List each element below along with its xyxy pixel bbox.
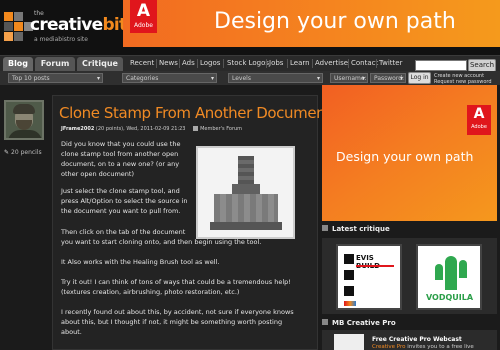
nav-separator <box>287 59 288 68</box>
chevron-down-icon: ▾ <box>96 75 100 82</box>
levels-select[interactable]: Levels ▾ <box>228 73 323 83</box>
nav-separator <box>197 59 198 68</box>
article-paragraph: Try it out! I can think of tons of ways … <box>61 278 291 296</box>
author-link[interactable]: JFrame2002 <box>61 126 94 132</box>
categories-select[interactable]: Categories ▾ <box>122 73 217 83</box>
author-column: ✎ 20 pencils <box>0 85 52 350</box>
adobe-logo-icon: A Adobe <box>467 105 491 135</box>
password-field[interactable]: Password: ▾ <box>370 73 406 83</box>
critique-thumbnail[interactable]: VODQUILA <box>416 244 482 310</box>
nav-link-twitter[interactable]: Twitter <box>379 59 402 67</box>
article-title[interactable]: Clone Stamp From Another Document <box>59 104 331 122</box>
chevron-down-icon: ▾ <box>399 75 403 82</box>
nav-link-ads[interactable]: Ads <box>182 59 195 67</box>
forum-icon <box>193 126 199 131</box>
chevron-down-icon: ▾ <box>316 75 320 82</box>
search-input[interactable] <box>415 60 467 71</box>
avatar[interactable] <box>4 100 44 140</box>
webcast-thumbnail[interactable] <box>334 334 364 350</box>
site-logo[interactable]: the creativebits a mediabistro site <box>4 4 137 52</box>
article-paragraph: I recently found out about this, by acci… <box>61 308 294 336</box>
tab-forum[interactable]: Forum <box>35 57 75 72</box>
login-button[interactable]: Log in <box>408 72 431 84</box>
bullet-icon <box>322 319 328 325</box>
critique-word: VODQUILA <box>426 293 474 302</box>
sidebar-ad-headline: Design your own path <box>336 149 474 164</box>
nav-link-jobs[interactable]: Jobs <box>269 59 283 67</box>
nav-separator <box>179 59 180 68</box>
banner-headline: Design your own path <box>214 9 456 34</box>
forum-link[interactable]: Member's Forum <box>200 126 242 132</box>
logo-name: creativebits <box>30 15 137 35</box>
critique-word: EVIS BUILD <box>356 254 380 270</box>
creative-pro-panel: Free Creative Pro Webcast Creative Pro i… <box>322 330 497 350</box>
nav-separator <box>266 59 267 68</box>
tab-blog[interactable]: Blog <box>3 57 33 72</box>
webcast-title[interactable]: Free Creative Pro Webcast <box>372 336 462 343</box>
pencil-score: ✎ 20 pencils <box>4 149 42 156</box>
latest-critique-header: Latest critique <box>322 223 497 235</box>
webcast-text: Creative Pro invites you to a free live <box>372 344 474 350</box>
clone-stamp-image <box>196 146 295 239</box>
nav-link-contact[interactable]: Contact <box>351 59 378 67</box>
article: Clone Stamp From Another Document JFrame… <box>52 95 331 350</box>
nav-separator <box>156 59 157 68</box>
nav-link-learn[interactable]: Learn <box>290 59 310 67</box>
chevron-down-icon: ▾ <box>361 75 365 82</box>
creative-pro-header: MB Creative Pro <box>322 317 497 329</box>
article-paragraph: Just select the clone stamp tool, and pre… <box>61 187 188 215</box>
nav-link-stock-logos[interactable]: Stock Logos <box>227 59 269 67</box>
tab-critique[interactable]: Critique <box>77 57 123 72</box>
nav-separator <box>348 59 349 68</box>
article-paragraph: Then click on the tab of the document you… <box>61 228 262 246</box>
nav-link-advertise[interactable]: Advertise <box>315 59 348 67</box>
nav-separator <box>376 59 377 68</box>
chevron-down-icon: ▾ <box>210 75 214 82</box>
nav-link-news[interactable]: News <box>159 59 178 67</box>
article-meta: JFrame2002 (20 points), Wed, 2011-02-09 … <box>61 126 243 132</box>
sidebar-ad[interactable]: A Adobe Design your own path <box>322 85 497 221</box>
article-paragraph: Did you know that you could use the clone… <box>61 140 181 178</box>
article-paragraph: It Also works with the Healing Brush too… <box>61 258 220 266</box>
latest-critique-panel: EVIS BUILD VODQUILA <box>322 238 497 314</box>
site-header: the creativebits a mediabistro site A Ad… <box>0 0 500 55</box>
posts-select[interactable]: Top 10 posts ▾ <box>8 73 103 83</box>
logo-tagline: a mediabistro site <box>34 36 88 43</box>
top-banner-ad[interactable]: A Adobe Design your own path <box>123 0 500 47</box>
nav-separator <box>223 59 224 68</box>
adobe-logo-icon: A Adobe <box>130 0 157 33</box>
main-nav: Blog Forum Critique Recent News Ads Logo… <box>0 55 500 72</box>
nav-link-logos[interactable]: Logos <box>200 59 220 67</box>
nav-separator <box>312 59 313 68</box>
username-field[interactable]: Username: ▾ <box>330 73 368 83</box>
pencil-icon: ✎ <box>4 149 10 156</box>
nav-link-recent[interactable]: Recent <box>130 59 154 67</box>
critique-thumbnail[interactable]: EVIS BUILD <box>336 244 402 310</box>
bullet-icon <box>322 225 328 231</box>
